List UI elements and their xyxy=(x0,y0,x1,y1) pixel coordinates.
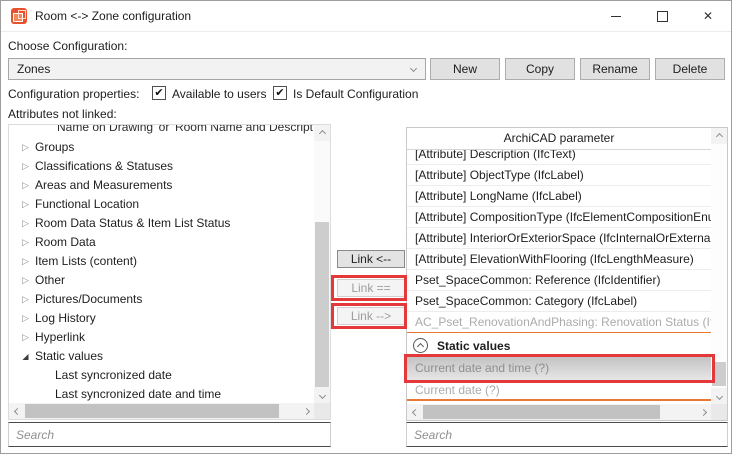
tree-item-classifications[interactable]: ▷Classifications & Statuses xyxy=(9,157,314,176)
copy-button[interactable]: Copy xyxy=(505,58,575,80)
new-button[interactable]: New xyxy=(430,58,500,80)
available-to-users-label: Available to users xyxy=(172,87,267,101)
title-bar: Room <-> Zone configuration ✕ xyxy=(1,1,731,32)
minimize-icon xyxy=(611,16,621,17)
close-icon: ✕ xyxy=(703,10,713,22)
minimize-button[interactable] xyxy=(593,1,639,31)
attributes-not-linked-label: Attributes not linked: xyxy=(8,107,117,121)
static-item-current-date-and-time[interactable]: Current date and time (?) xyxy=(407,357,711,380)
configuration-dropdown[interactable]: Zones xyxy=(8,58,426,80)
parameter-row-objecttype[interactable]: [Attribute] ObjectType (IfcLabel) xyxy=(407,165,711,186)
room-zone-configuration-dialog: Room <-> Zone configuration ✕ Choose Con… xyxy=(0,0,732,454)
tree-collapsed-icon[interactable]: ▷ xyxy=(19,195,32,214)
left-vertical-scrollbar[interactable] xyxy=(314,125,330,403)
rename-button[interactable]: Rename xyxy=(580,58,650,80)
right-vertical-scrollbar[interactable] xyxy=(711,128,727,404)
link-equal-button[interactable]: Link == xyxy=(337,279,405,297)
parameter-row-interiororexteriorspace[interactable]: [Attribute] InteriorOrExteriorSpace (Ifc… xyxy=(407,228,711,249)
tree-collapsed-icon[interactable]: ▷ xyxy=(19,214,32,233)
scroll-down-icon[interactable] xyxy=(314,387,330,403)
tree-collapsed-icon[interactable]: ▷ xyxy=(19,290,32,309)
is-default-configuration-checkbox[interactable]: ✔ xyxy=(273,86,287,100)
window-title: Room <-> Zone configuration xyxy=(35,1,191,31)
link-left-button[interactable]: Link <-- xyxy=(337,250,405,268)
available-to-users-checkbox[interactable]: ✔ xyxy=(152,86,166,100)
tree-item-other[interactable]: ▷Other xyxy=(9,271,314,290)
tree-item-hyperlink[interactable]: ▷Hyperlink xyxy=(9,328,314,347)
parameter-row-longname[interactable]: [Attribute] LongName (IfcLabel) xyxy=(407,186,711,207)
tree-item-last-syncronized-date[interactable]: Last syncronized date xyxy=(9,366,314,385)
tree-item-item-lists[interactable]: ▷Item Lists (content) xyxy=(9,252,314,271)
close-button[interactable]: ✕ xyxy=(685,1,731,31)
parameter-row-compositiontype[interactable]: [Attribute] CompositionType (IfcElementC… xyxy=(407,207,711,228)
left-horizontal-scrollbar[interactable] xyxy=(9,403,314,419)
tree-collapsed-icon[interactable]: ▷ xyxy=(19,252,32,271)
tree-collapsed-icon[interactable]: ▷ xyxy=(19,157,32,176)
maximize-button[interactable] xyxy=(639,1,685,31)
scroll-left-icon[interactable] xyxy=(407,404,423,420)
tree-item-room-data-status[interactable]: ▷Room Data Status & Item List Status xyxy=(9,214,314,233)
scroll-up-icon[interactable] xyxy=(314,125,330,141)
check-icon: ✔ xyxy=(154,87,163,99)
tree-item-room-data[interactable]: ▷Room Data xyxy=(9,233,314,252)
attributes-tree: Name on Drawing' or 'Room Name and Descr… xyxy=(9,125,314,403)
scroll-left-icon[interactable] xyxy=(9,403,25,419)
link-right-button[interactable]: Link --> xyxy=(337,307,405,325)
parameter-row-renovation-status[interactable]: AC_Pset_RenovationAndPhasing: Renovation… xyxy=(407,312,711,333)
tree-collapsed-icon[interactable]: ▷ xyxy=(19,328,32,347)
archicad-parameter-panel: ArchiCAD parameter [Attribute] Descripti… xyxy=(406,127,728,421)
app-icon xyxy=(11,8,27,24)
right-search-input[interactable] xyxy=(406,422,728,447)
parameter-row-pset-category[interactable]: Pset_SpaceCommon: Category (IfcLabel) xyxy=(407,291,711,312)
scrollbar-corner xyxy=(314,403,330,419)
scroll-right-icon[interactable] xyxy=(695,404,711,420)
tree-item-groups[interactable]: ▷Groups xyxy=(9,138,314,157)
tree-item-functional-location[interactable]: ▷Functional Location xyxy=(9,195,314,214)
tree-collapsed-icon[interactable]: ▷ xyxy=(19,233,32,252)
left-vertical-scrollbar-thumb[interactable] xyxy=(315,222,329,387)
scrollbar-corner xyxy=(711,404,727,420)
configuration-dropdown-value: Zones xyxy=(17,59,50,79)
right-vertical-scrollbar-thumb[interactable] xyxy=(712,362,726,386)
choose-configuration-label: Choose Configuration: xyxy=(8,39,127,53)
collapse-chevron-icon[interactable] xyxy=(413,338,428,353)
archicad-parameter-header: ArchiCAD parameter xyxy=(407,128,711,150)
tree-collapsed-icon[interactable]: ▷ xyxy=(19,309,32,328)
tree-collapsed-icon[interactable]: ▷ xyxy=(19,138,32,157)
left-horizontal-scrollbar-thumb[interactable] xyxy=(25,404,279,418)
maximize-icon xyxy=(657,11,668,22)
configuration-properties-label: Configuration properties: xyxy=(8,87,139,101)
parameter-row-pset-reference[interactable]: Pset_SpaceCommon: Reference (IfcIdentifi… xyxy=(407,270,711,291)
scroll-right-icon[interactable] xyxy=(298,403,314,419)
chevron-down-icon xyxy=(410,65,417,72)
parameter-row-elevationwithflooring[interactable]: [Attribute] ElevationWithFlooring (IfcLe… xyxy=(407,249,711,270)
scroll-down-icon[interactable] xyxy=(711,388,727,404)
tree-item-log-history[interactable]: ▷Log History xyxy=(9,309,314,328)
tree-collapsed-icon[interactable]: ▷ xyxy=(19,176,32,195)
tree-expanded-icon[interactable]: ◢ xyxy=(19,347,32,366)
right-horizontal-scrollbar-thumb[interactable] xyxy=(423,405,660,419)
tree-item-partial[interactable]: Name on Drawing' or 'Room Name and Descr… xyxy=(9,125,314,138)
tree-item-pictures-documents[interactable]: ▷Pictures/Documents xyxy=(9,290,314,309)
static-item-current-date[interactable]: Current date (?) xyxy=(407,380,711,401)
tree-item-areas-measurements[interactable]: ▷Areas and Measurements xyxy=(9,176,314,195)
delete-button[interactable]: Delete xyxy=(655,58,725,80)
check-icon: ✔ xyxy=(275,87,284,99)
attributes-tree-panel: Name on Drawing' or 'Room Name and Descr… xyxy=(8,124,331,420)
left-search-input[interactable] xyxy=(8,422,331,447)
right-horizontal-scrollbar[interactable] xyxy=(407,404,711,420)
is-default-configuration-label: Is Default Configuration xyxy=(293,87,418,101)
tree-item-last-syncronized-date-and-time[interactable]: Last syncronized date and time xyxy=(9,385,314,403)
tree-item-static-values[interactable]: ◢Static values xyxy=(9,347,314,366)
tree-collapsed-icon[interactable]: ▷ xyxy=(19,271,32,290)
scroll-up-icon[interactable] xyxy=(711,128,727,144)
static-values-section-header[interactable]: Static values xyxy=(407,334,711,358)
